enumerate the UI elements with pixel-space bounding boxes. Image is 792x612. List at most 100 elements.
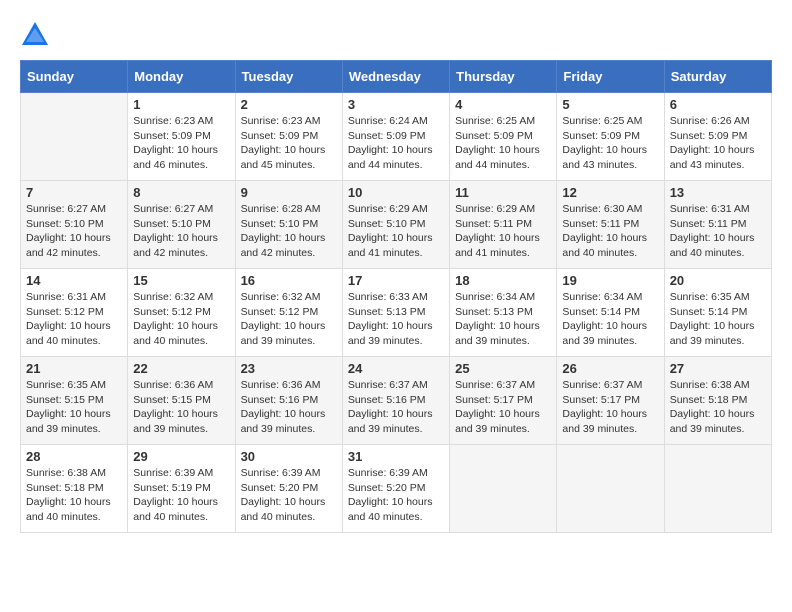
calendar-cell: 25 Sunrise: 6:37 AMSunset: 5:17 PMDayligh… [450, 357, 557, 445]
column-header-friday: Friday [557, 61, 664, 93]
calendar-cell: 10Sunrise: 6:29 AMSunset: 5:10 PMDayligh… [342, 181, 449, 269]
day-number: 30 [241, 449, 337, 464]
day-info: Sunrise: 6:32 AMSunset: 5:12 PMDaylight:… [241, 290, 337, 349]
calendar-table: SundayMondayTuesdayWednesdayThursdayFrid… [20, 60, 772, 533]
calendar-cell: 27 Sunrise: 6:38 AMSunset: 5:18 PMDayligh… [664, 357, 771, 445]
calendar-cell: 20 Sunrise: 6:35 AMSunset: 5:14 PMDayligh… [664, 269, 771, 357]
calendar-cell: 19 Sunrise: 6:34 AMSunset: 5:14 PMDayligh… [557, 269, 664, 357]
column-header-sunday: Sunday [21, 61, 128, 93]
calendar-cell: 8 Sunrise: 6:27 AMSunset: 5:10 PMDaylight… [128, 181, 235, 269]
column-header-tuesday: Tuesday [235, 61, 342, 93]
day-info: Sunrise: 6:36 AMSunset: 5:15 PMDaylight:… [133, 378, 229, 437]
week-row-2: 7 Sunrise: 6:27 AMSunset: 5:10 PMDaylight… [21, 181, 772, 269]
day-info: Sunrise: 6:38 AMSunset: 5:18 PMDaylight:… [670, 378, 766, 437]
day-info: Sunrise: 6:37 AMSunset: 5:16 PMDaylight:… [348, 378, 444, 437]
calendar-cell: 24 Sunrise: 6:37 AMSunset: 5:16 PMDayligh… [342, 357, 449, 445]
day-info: Sunrise: 6:28 AMSunset: 5:10 PMDaylight:… [241, 202, 337, 261]
week-row-4: 21 Sunrise: 6:35 AMSunset: 5:15 PMDayligh… [21, 357, 772, 445]
day-number: 14 [26, 273, 122, 288]
calendar-cell: 11 Sunrise: 6:29 AMSunset: 5:11 PMDayligh… [450, 181, 557, 269]
day-info: Sunrise: 6:37 AMSunset: 5:17 PMDaylight:… [562, 378, 658, 437]
calendar-cell: 30 Sunrise: 6:39 AMSunset: 5:20 PMDayligh… [235, 445, 342, 533]
day-info: Sunrise: 6:31 AMSunset: 5:11 PMDaylight:… [670, 202, 766, 261]
calendar-cell [557, 445, 664, 533]
day-number: 26 [562, 361, 658, 376]
calendar-cell: 1Sunrise: 6:23 AMSunset: 5:09 PMDaylight… [128, 93, 235, 181]
column-header-monday: Monday [128, 61, 235, 93]
week-row-1: 1Sunrise: 6:23 AMSunset: 5:09 PMDaylight… [21, 93, 772, 181]
day-number: 7 [26, 185, 122, 200]
calendar-cell [450, 445, 557, 533]
day-number: 8 [133, 185, 229, 200]
column-header-saturday: Saturday [664, 61, 771, 93]
day-info: Sunrise: 6:25 AMSunset: 5:09 PMDaylight:… [455, 114, 551, 173]
day-number: 19 [562, 273, 658, 288]
day-info: Sunrise: 6:36 AMSunset: 5:16 PMDaylight:… [241, 378, 337, 437]
logo [20, 20, 54, 50]
calendar-cell: 9 Sunrise: 6:28 AMSunset: 5:10 PMDaylight… [235, 181, 342, 269]
day-number: 17 [348, 273, 444, 288]
day-number: 29 [133, 449, 229, 464]
day-number: 24 [348, 361, 444, 376]
calendar-cell: 18 Sunrise: 6:34 AMSunset: 5:13 PMDayligh… [450, 269, 557, 357]
calendar-cell: 4Sunrise: 6:25 AMSunset: 5:09 PMDaylight… [450, 93, 557, 181]
day-number: 9 [241, 185, 337, 200]
day-number: 20 [670, 273, 766, 288]
day-info: Sunrise: 6:38 AMSunset: 5:18 PMDaylight:… [26, 466, 122, 525]
day-info: Sunrise: 6:24 AMSunset: 5:09 PMDaylight:… [348, 114, 444, 173]
day-number: 22 [133, 361, 229, 376]
day-number: 18 [455, 273, 551, 288]
day-info: Sunrise: 6:32 AMSunset: 5:12 PMDaylight:… [133, 290, 229, 349]
day-info: Sunrise: 6:35 AMSunset: 5:15 PMDaylight:… [26, 378, 122, 437]
day-number: 2 [241, 97, 337, 112]
day-info: Sunrise: 6:23 AMSunset: 5:09 PMDaylight:… [241, 114, 337, 173]
calendar-cell: 31Sunrise: 6:39 AMSunset: 5:20 PMDayligh… [342, 445, 449, 533]
week-row-5: 28 Sunrise: 6:38 AMSunset: 5:18 PMDayligh… [21, 445, 772, 533]
calendar-cell: 28 Sunrise: 6:38 AMSunset: 5:18 PMDayligh… [21, 445, 128, 533]
calendar-cell: 5 Sunrise: 6:25 AMSunset: 5:09 PMDaylight… [557, 93, 664, 181]
day-number: 3 [348, 97, 444, 112]
week-row-3: 14 Sunrise: 6:31 AMSunset: 5:12 PMDayligh… [21, 269, 772, 357]
calendar-cell: 15 Sunrise: 6:32 AMSunset: 5:12 PMDayligh… [128, 269, 235, 357]
calendar-cell: 17 Sunrise: 6:33 AMSunset: 5:13 PMDayligh… [342, 269, 449, 357]
calendar-cell: 12Sunrise: 6:30 AMSunset: 5:11 PMDayligh… [557, 181, 664, 269]
calendar-cell: 16Sunrise: 6:32 AMSunset: 5:12 PMDayligh… [235, 269, 342, 357]
day-info: Sunrise: 6:33 AMSunset: 5:13 PMDaylight:… [348, 290, 444, 349]
calendar-cell: 23Sunrise: 6:36 AMSunset: 5:16 PMDayligh… [235, 357, 342, 445]
day-number: 31 [348, 449, 444, 464]
day-info: Sunrise: 6:35 AMSunset: 5:14 PMDaylight:… [670, 290, 766, 349]
column-header-wednesday: Wednesday [342, 61, 449, 93]
calendar-cell: 2 Sunrise: 6:23 AMSunset: 5:09 PMDaylight… [235, 93, 342, 181]
day-info: Sunrise: 6:39 AMSunset: 5:20 PMDaylight:… [241, 466, 337, 525]
day-info: Sunrise: 6:34 AMSunset: 5:13 PMDaylight:… [455, 290, 551, 349]
day-info: Sunrise: 6:37 AMSunset: 5:17 PMDaylight:… [455, 378, 551, 437]
calendar-cell: 26 Sunrise: 6:37 AMSunset: 5:17 PMDayligh… [557, 357, 664, 445]
day-info: Sunrise: 6:30 AMSunset: 5:11 PMDaylight:… [562, 202, 658, 261]
day-info: Sunrise: 6:27 AMSunset: 5:10 PMDaylight:… [133, 202, 229, 261]
day-number: 25 [455, 361, 551, 376]
day-info: Sunrise: 6:31 AMSunset: 5:12 PMDaylight:… [26, 290, 122, 349]
day-number: 6 [670, 97, 766, 112]
day-info: Sunrise: 6:26 AMSunset: 5:09 PMDaylight:… [670, 114, 766, 173]
calendar-header-row: SundayMondayTuesdayWednesdayThursdayFrid… [21, 61, 772, 93]
page-header [20, 20, 772, 50]
day-info: Sunrise: 6:34 AMSunset: 5:14 PMDaylight:… [562, 290, 658, 349]
day-number: 21 [26, 361, 122, 376]
day-number: 11 [455, 185, 551, 200]
day-info: Sunrise: 6:25 AMSunset: 5:09 PMDaylight:… [562, 114, 658, 173]
day-info: Sunrise: 6:39 AMSunset: 5:19 PMDaylight:… [133, 466, 229, 525]
day-number: 27 [670, 361, 766, 376]
day-info: Sunrise: 6:29 AMSunset: 5:10 PMDaylight:… [348, 202, 444, 261]
day-info: Sunrise: 6:29 AMSunset: 5:11 PMDaylight:… [455, 202, 551, 261]
day-number: 15 [133, 273, 229, 288]
day-info: Sunrise: 6:23 AMSunset: 5:09 PMDaylight:… [133, 114, 229, 173]
day-info: Sunrise: 6:27 AMSunset: 5:10 PMDaylight:… [26, 202, 122, 261]
day-number: 13 [670, 185, 766, 200]
calendar-cell: 21 Sunrise: 6:35 AMSunset: 5:15 PMDayligh… [21, 357, 128, 445]
logo-icon [20, 20, 50, 50]
calendar-cell: 22 Sunrise: 6:36 AMSunset: 5:15 PMDayligh… [128, 357, 235, 445]
calendar-cell: 6 Sunrise: 6:26 AMSunset: 5:09 PMDaylight… [664, 93, 771, 181]
calendar-cell [21, 93, 128, 181]
day-number: 28 [26, 449, 122, 464]
day-number: 5 [562, 97, 658, 112]
